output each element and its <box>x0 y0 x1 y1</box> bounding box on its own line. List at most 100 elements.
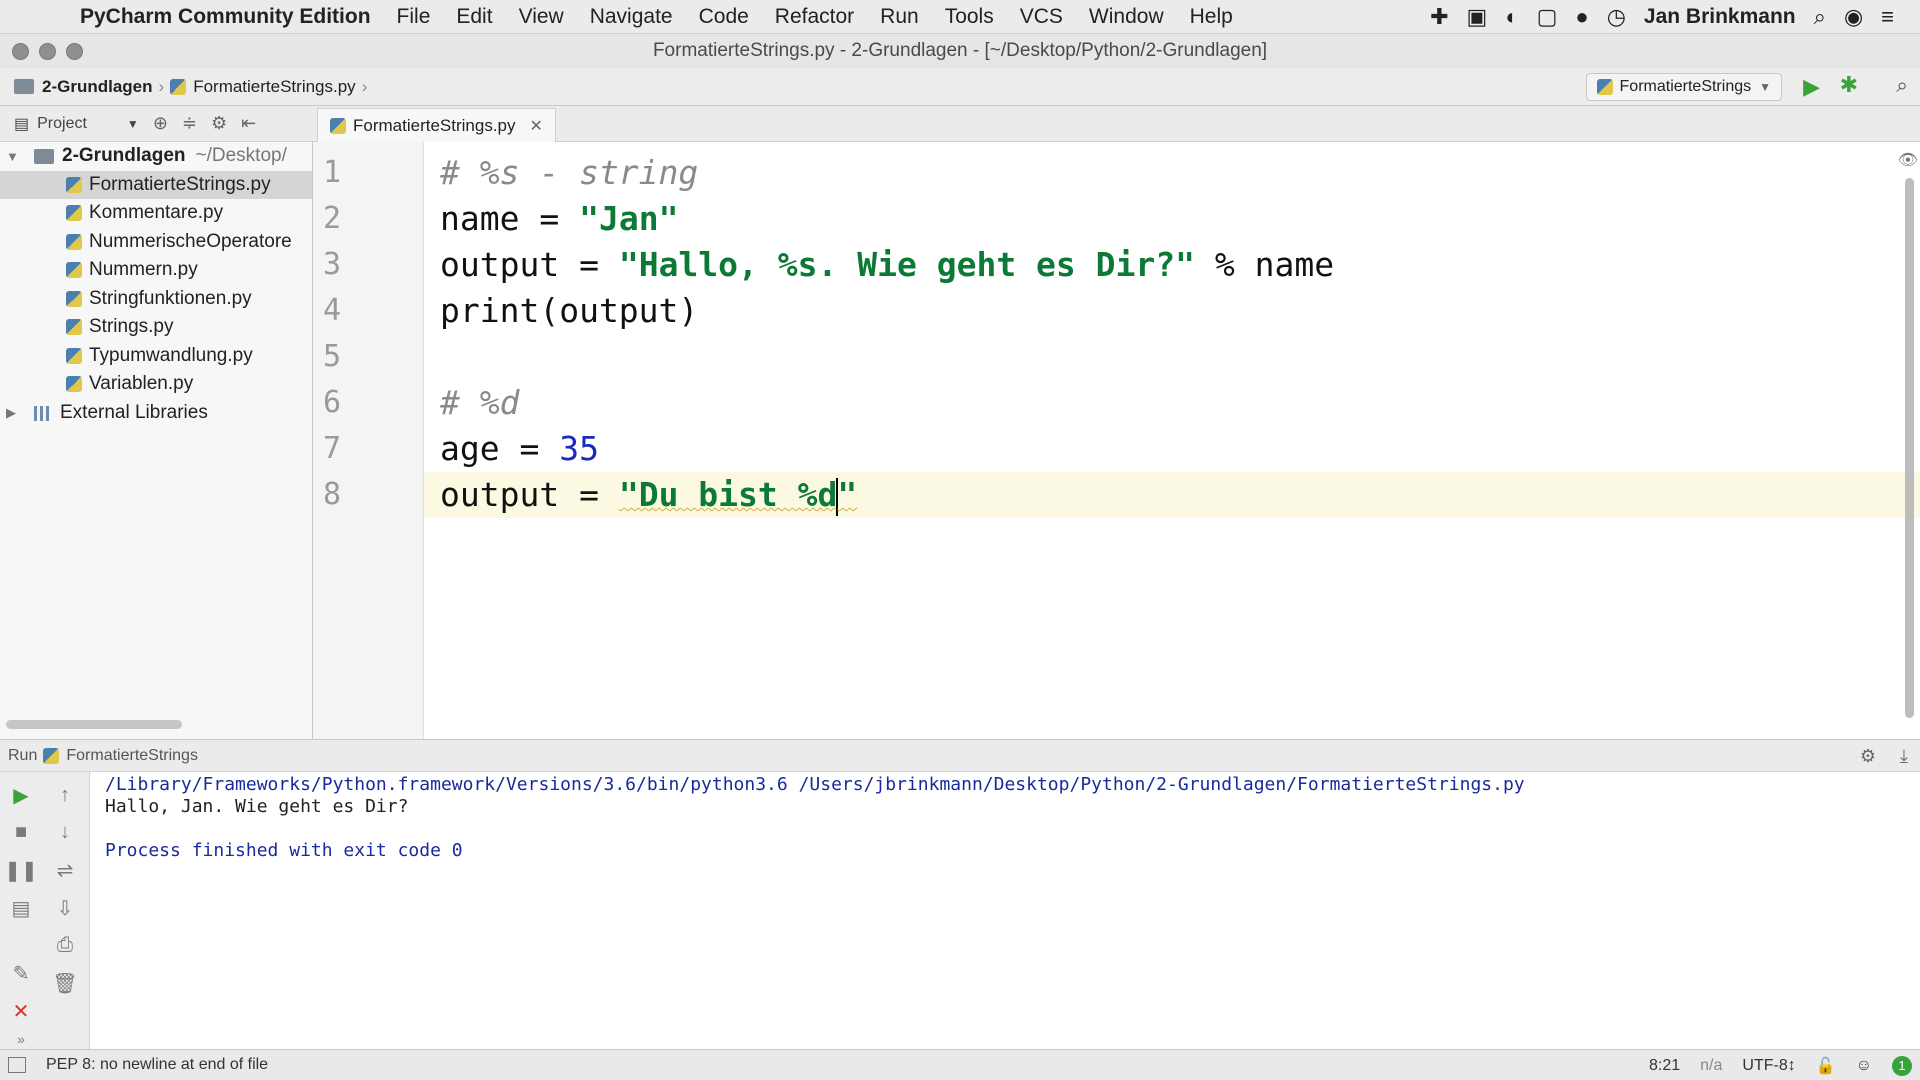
run-toolbar: ▶ ↑ ■ ↓ ❚❚ ⇌ ▤ ⇩ ⎙ ✎ 🗑 ✕ » <box>0 772 90 1049</box>
app-menu[interactable]: PyCharm Community Edition <box>80 5 371 29</box>
code-line-1[interactable]: # %s - string <box>440 150 698 196</box>
tool-windows-icon[interactable] <box>8 1057 26 1073</box>
down-arrow-icon[interactable]: ↓ <box>50 817 80 847</box>
collapse-all-icon[interactable]: ≑ <box>182 113 197 134</box>
tree-file-item[interactable]: Nummern.py <box>0 256 312 284</box>
line-separator[interactable]: n/a <box>1700 1057 1722 1075</box>
menu-edit[interactable]: Edit <box>456 5 492 29</box>
locate-target-icon[interactable]: ⊕ <box>153 113 168 134</box>
menu-code[interactable]: Code <box>699 5 749 29</box>
lock-icon[interactable]: 🔓 <box>1816 1056 1836 1076</box>
run-panel-config[interactable]: FormatierteStrings <box>66 747 198 765</box>
collapsed-arrow-icon[interactable]: ▶ <box>6 405 20 421</box>
string-literal: "Hallo, %s. Wie geht es Dir?" <box>618 245 1195 284</box>
project-toolbar: ▤ Project ▼ ⊕ ≑ ⚙ ⇤ <box>0 106 313 142</box>
camera-icon[interactable]: ▢ <box>1537 4 1558 30</box>
leaf-icon[interactable]: ◐ <box>1505 4 1518 30</box>
horizontal-scrollbar[interactable] <box>6 720 182 729</box>
window-title: FormatierteStrings.py - 2-Grundlagen - [… <box>652 40 1268 61</box>
run-console[interactable]: /Library/Frameworks/Python.framework/Ver… <box>90 772 1920 1049</box>
trash-icon[interactable]: 🗑 <box>50 968 80 998</box>
chevron-right-icon: › <box>158 76 165 96</box>
stop-icon[interactable]: ■ <box>6 817 36 847</box>
tree-file-label: FormatierteStrings.py <box>89 174 271 195</box>
run-button[interactable]: ▶ <box>1803 74 1820 100</box>
editor-tab-bar: FormatierteStrings.py ✕ <box>313 106 1920 142</box>
external-libraries-label: External Libraries <box>60 402 208 423</box>
tree-file-item[interactable]: Typumwandlung.py <box>0 342 312 370</box>
puzzle-icon[interactable]: ✚ <box>1430 4 1448 30</box>
close-run-icon[interactable]: ✕ <box>6 996 36 1026</box>
list-icon[interactable]: ≡ <box>1881 4 1894 30</box>
code-line-6[interactable]: # %d <box>440 380 519 426</box>
hide-panel-icon[interactable]: ⇤ <box>241 113 256 134</box>
status-message: PEP 8: no newline at end of file <box>46 1056 269 1073</box>
tree-root[interactable]: ▼ 2-Grundlagen ~/Desktop/ <box>0 142 312 170</box>
gear-icon[interactable]: ⚙ <box>211 113 227 134</box>
menu-run[interactable]: Run <box>880 5 919 29</box>
code-line-4[interactable]: print(output) <box>440 288 698 334</box>
scroll-to-end-icon[interactable]: ⇩ <box>50 893 80 923</box>
file-encoding[interactable]: UTF-8↕ <box>1742 1057 1795 1075</box>
code-line-7[interactable]: age = 35 <box>440 426 599 472</box>
soft-wrap-icon[interactable]: ⇌ <box>50 855 80 885</box>
gear-icon[interactable]: ⚙ <box>1860 746 1876 767</box>
user-name[interactable]: Jan Brinkmann <box>1644 5 1796 29</box>
menu-help[interactable]: Help <box>1190 5 1233 29</box>
minimize-panel-icon[interactable]: ⤓ <box>1900 746 1908 767</box>
tree-file-item[interactable]: FormatierteStrings.py <box>0 171 312 199</box>
code-editor[interactable]: # %s - string name = "Jan" output = "Hal… <box>424 142 1920 739</box>
rerun-icon[interactable]: ▶ <box>6 780 36 810</box>
menu-view[interactable]: View <box>519 5 564 29</box>
search-icon[interactable]: ⌕ <box>1814 4 1826 30</box>
identifier: age <box>440 429 500 468</box>
menu-vcs[interactable]: VCS <box>1020 5 1063 29</box>
menu-navigate[interactable]: Navigate <box>590 5 673 29</box>
menu-window[interactable]: Window <box>1089 5 1164 29</box>
event-log-badge[interactable]: 1 <box>1892 1055 1912 1076</box>
menu-refactor[interactable]: Refactor <box>775 5 854 29</box>
project-view-selector[interactable]: ▤ Project ▼ <box>14 114 139 134</box>
eye-icon[interactable]: 👁 <box>1898 150 1918 170</box>
clock-icon[interactable]: ◷ <box>1607 4 1626 30</box>
print-icon[interactable]: ⎙ <box>50 930 80 960</box>
siri-icon[interactable]: ◉ <box>1844 4 1863 30</box>
cursor-position[interactable]: 8:21 <box>1649 1057 1680 1075</box>
close-window-button[interactable] <box>12 43 29 60</box>
menu-tools[interactable]: Tools <box>945 5 994 29</box>
code-line-3[interactable]: output = "Hallo, %s. Wie geht es Dir?" %… <box>440 242 1334 288</box>
menu-file[interactable]: File <box>397 5 431 29</box>
briefcase-icon[interactable]: ▣ <box>1467 4 1488 30</box>
tab-formatierte-strings[interactable]: FormatierteStrings.py ✕ <box>317 108 556 142</box>
tree-file-item[interactable]: Kommentare.py <box>0 199 312 227</box>
code-line-2[interactable]: name = "Jan" <box>440 196 678 242</box>
inspector-icon[interactable]: ☺ <box>1856 1057 1872 1075</box>
debug-bug-icon[interactable]: ✱ <box>1840 72 1858 98</box>
chat-icon[interactable]: ● <box>1575 4 1588 30</box>
restore-layout-icon[interactable]: ▤ <box>6 893 36 923</box>
tree-file-item[interactable]: Strings.py <box>0 313 312 341</box>
up-arrow-icon[interactable]: ↑ <box>50 780 80 810</box>
zoom-window-button[interactable] <box>66 43 83 60</box>
pin-tab-icon[interactable]: ✎ <box>6 958 36 988</box>
tree-file-item[interactable]: NummerischeOperatore <box>0 228 312 256</box>
operator: = <box>519 199 580 238</box>
run-config-selector[interactable]: FormatierteStrings ▼ <box>1585 73 1782 101</box>
expanded-arrow-icon[interactable]: ▼ <box>6 149 20 164</box>
code-line-8[interactable]: output = "Du bist %d" <box>440 472 857 518</box>
tree-external-libraries[interactable]: ▶ External Libraries <box>0 399 312 427</box>
operator: = <box>499 429 560 468</box>
minimize-window-button[interactable] <box>39 43 56 60</box>
pause-icon[interactable]: ❚❚ <box>4 855 38 885</box>
tree-file-label: Nummern.py <box>89 259 198 280</box>
search-everywhere-icon[interactable]: ⌕ <box>1896 74 1908 98</box>
close-tab-icon[interactable]: ✕ <box>530 116 543 136</box>
run-config-label: FormatierteStrings <box>1619 78 1752 95</box>
vertical-scrollbar[interactable] <box>1905 178 1914 718</box>
breadcrumb-project[interactable]: 2-Grundlagen <box>42 77 153 97</box>
tree-file-item[interactable]: Variablen.py <box>0 370 312 398</box>
tree-root-label: 2-Grundlagen <box>62 145 186 166</box>
window-titlebar: FormatierteStrings.py - 2-Grundlagen - [… <box>0 34 1920 68</box>
breadcrumb-file[interactable]: FormatierteStrings.py <box>193 77 356 97</box>
tree-file-item[interactable]: Stringfunktionen.py <box>0 285 312 313</box>
